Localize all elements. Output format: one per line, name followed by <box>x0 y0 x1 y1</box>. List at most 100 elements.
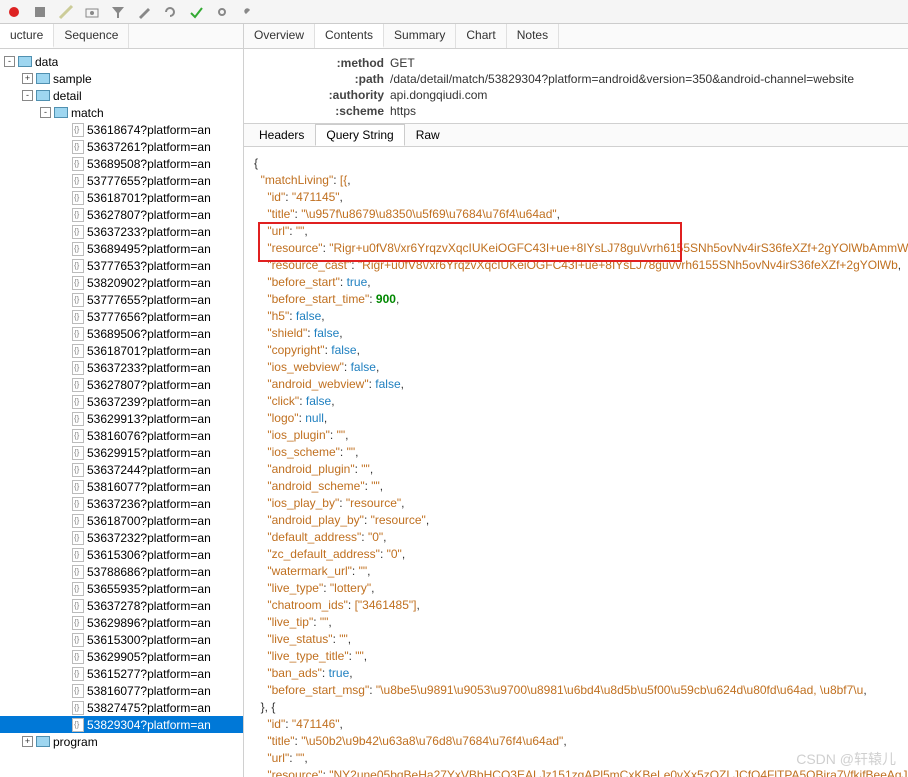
tree-item[interactable]: -match <box>0 104 243 121</box>
json-line: "zc_default_address": "0", <box>254 546 898 563</box>
tree-item[interactable]: 53629896?platform=an <box>0 614 243 631</box>
path-value: /data/detail/match/53829304?platform=and… <box>384 71 854 87</box>
tree-item[interactable]: 53615306?platform=an <box>0 546 243 563</box>
left-tab-ucture[interactable]: ucture <box>0 24 54 48</box>
tree-item[interactable]: 53777653?platform=an <box>0 257 243 274</box>
json-viewer[interactable]: { "matchLiving": [{, "id": "471145", "ti… <box>244 147 908 777</box>
file-icon <box>72 582 84 596</box>
check-icon[interactable] <box>188 4 204 20</box>
subtab-query-string[interactable]: Query String <box>315 124 404 146</box>
file-icon <box>72 718 84 732</box>
pencil-icon[interactable] <box>136 4 152 20</box>
method-label: :method <box>304 55 384 71</box>
tree-label: 53689506?platform=an <box>87 327 211 341</box>
tree-item[interactable]: 53655935?platform=an <box>0 580 243 597</box>
tree-toggle-icon[interactable]: + <box>22 736 33 747</box>
tree-label: 53637261?platform=an <box>87 140 211 154</box>
tree-item[interactable]: 53689495?platform=an <box>0 240 243 257</box>
tree-item[interactable]: 53816077?platform=an <box>0 682 243 699</box>
json-line: "ios_play_by": "resource", <box>254 495 898 512</box>
tree-item[interactable]: 53637232?platform=an <box>0 529 243 546</box>
tree-item[interactable]: 53777656?platform=an <box>0 308 243 325</box>
right-tab-chart[interactable]: Chart <box>456 24 506 48</box>
file-icon <box>72 684 84 698</box>
folder-icon <box>54 107 68 118</box>
tree-item[interactable]: 53689506?platform=an <box>0 325 243 342</box>
stop-icon[interactable] <box>32 4 48 20</box>
tree-label: 53777655?platform=an <box>87 174 211 188</box>
subtab-raw[interactable]: Raw <box>405 124 451 146</box>
tree-item[interactable]: 53629905?platform=an <box>0 648 243 665</box>
settings-icon[interactable] <box>214 4 230 20</box>
tree-item[interactable]: -data <box>0 53 243 70</box>
right-tab-contents[interactable]: Contents <box>315 24 384 48</box>
json-line: "android_scheme": "", <box>254 478 898 495</box>
tree-item[interactable]: 53629915?platform=an <box>0 444 243 461</box>
tree-item[interactable]: 53615300?platform=an <box>0 631 243 648</box>
left-tab-sequence[interactable]: Sequence <box>54 24 129 48</box>
tree-item[interactable]: 53618701?platform=an <box>0 189 243 206</box>
right-tabbar: OverviewContentsSummaryChartNotes <box>244 24 908 49</box>
tree-item[interactable]: 53777655?platform=an <box>0 291 243 308</box>
tree-item[interactable]: 53816076?platform=an <box>0 427 243 444</box>
tree-item[interactable]: +program <box>0 733 243 750</box>
tree-item[interactable]: 53637233?platform=an <box>0 359 243 376</box>
right-tab-summary[interactable]: Summary <box>384 24 456 48</box>
subtab-headers[interactable]: Headers <box>248 124 315 146</box>
tree-item[interactable]: 53777655?platform=an <box>0 172 243 189</box>
file-icon <box>72 446 84 460</box>
broom-icon[interactable] <box>58 4 74 20</box>
tree-item[interactable]: 53637236?platform=an <box>0 495 243 512</box>
tree-item[interactable]: 53618674?platform=an <box>0 121 243 138</box>
tree-item[interactable]: 53618701?platform=an <box>0 342 243 359</box>
tree-label: 53827475?platform=an <box>87 701 211 715</box>
json-line: "watermark_url": "", <box>254 563 898 580</box>
tree-item[interactable]: 53816077?platform=an <box>0 478 243 495</box>
filter-icon[interactable] <box>110 4 126 20</box>
tree-item[interactable]: 53615277?platform=an <box>0 665 243 682</box>
wrench-icon[interactable] <box>240 4 256 20</box>
tree-item[interactable]: 53788686?platform=an <box>0 563 243 580</box>
repeat-icon[interactable] <box>162 4 178 20</box>
record-icon[interactable] <box>6 4 22 20</box>
camera-icon[interactable] <box>84 4 100 20</box>
tree-item[interactable]: 53820902?platform=an <box>0 274 243 291</box>
json-line: "before_start": true, <box>254 274 898 291</box>
tree-item[interactable]: 53829304?platform=an <box>0 716 243 733</box>
right-tab-notes[interactable]: Notes <box>507 24 559 48</box>
file-icon <box>72 361 84 375</box>
json-line: "android_webview": false, <box>254 376 898 393</box>
tree-item[interactable]: + sample <box>0 70 243 87</box>
tree-label: 53618701?platform=an <box>87 191 211 205</box>
tree-item[interactable]: -detail <box>0 87 243 104</box>
tree-item[interactable]: 53637244?platform=an <box>0 461 243 478</box>
json-line: "android_play_by": "resource", <box>254 512 898 529</box>
right-tab-overview[interactable]: Overview <box>244 24 315 48</box>
tree-label: sample <box>53 72 92 86</box>
tree-item[interactable]: 53618700?platform=an <box>0 512 243 529</box>
json-line: "ban_ads": true, <box>254 665 898 682</box>
tree-item[interactable]: 53637239?platform=an <box>0 393 243 410</box>
tree-item[interactable]: 53627807?platform=an <box>0 206 243 223</box>
tree-toggle-icon[interactable]: - <box>22 90 33 101</box>
tree-label: 53629905?platform=an <box>87 650 211 664</box>
tree-item[interactable]: 53689508?platform=an <box>0 155 243 172</box>
tree-toggle-icon[interactable]: - <box>40 107 51 118</box>
tree-toggle-icon[interactable]: - <box>4 56 15 67</box>
tree-item[interactable]: 53637278?platform=an <box>0 597 243 614</box>
tree-item[interactable]: 53637233?platform=an <box>0 223 243 240</box>
tree-label: 53637236?platform=an <box>87 497 211 511</box>
tree-toggle-icon[interactable]: + <box>22 73 33 84</box>
tree-item[interactable]: 53827475?platform=an <box>0 699 243 716</box>
tree-item[interactable]: 53627807?platform=an <box>0 376 243 393</box>
file-icon <box>72 344 84 358</box>
tree-item[interactable]: 53637261?platform=an <box>0 138 243 155</box>
json-line: "live_status": "", <box>254 631 898 648</box>
file-icon <box>72 242 84 256</box>
tree-label: 53655935?platform=an <box>87 582 211 596</box>
tree-view[interactable]: -data + sample-detail-match53618674?platfo… <box>0 49 243 777</box>
tree-label: 53637278?platform=an <box>87 599 211 613</box>
content-subtabs: HeadersQuery StringRaw <box>244 124 908 147</box>
right-panel: OverviewContentsSummaryChartNotes :metho… <box>244 24 908 777</box>
tree-item[interactable]: 53629913?platform=an <box>0 410 243 427</box>
